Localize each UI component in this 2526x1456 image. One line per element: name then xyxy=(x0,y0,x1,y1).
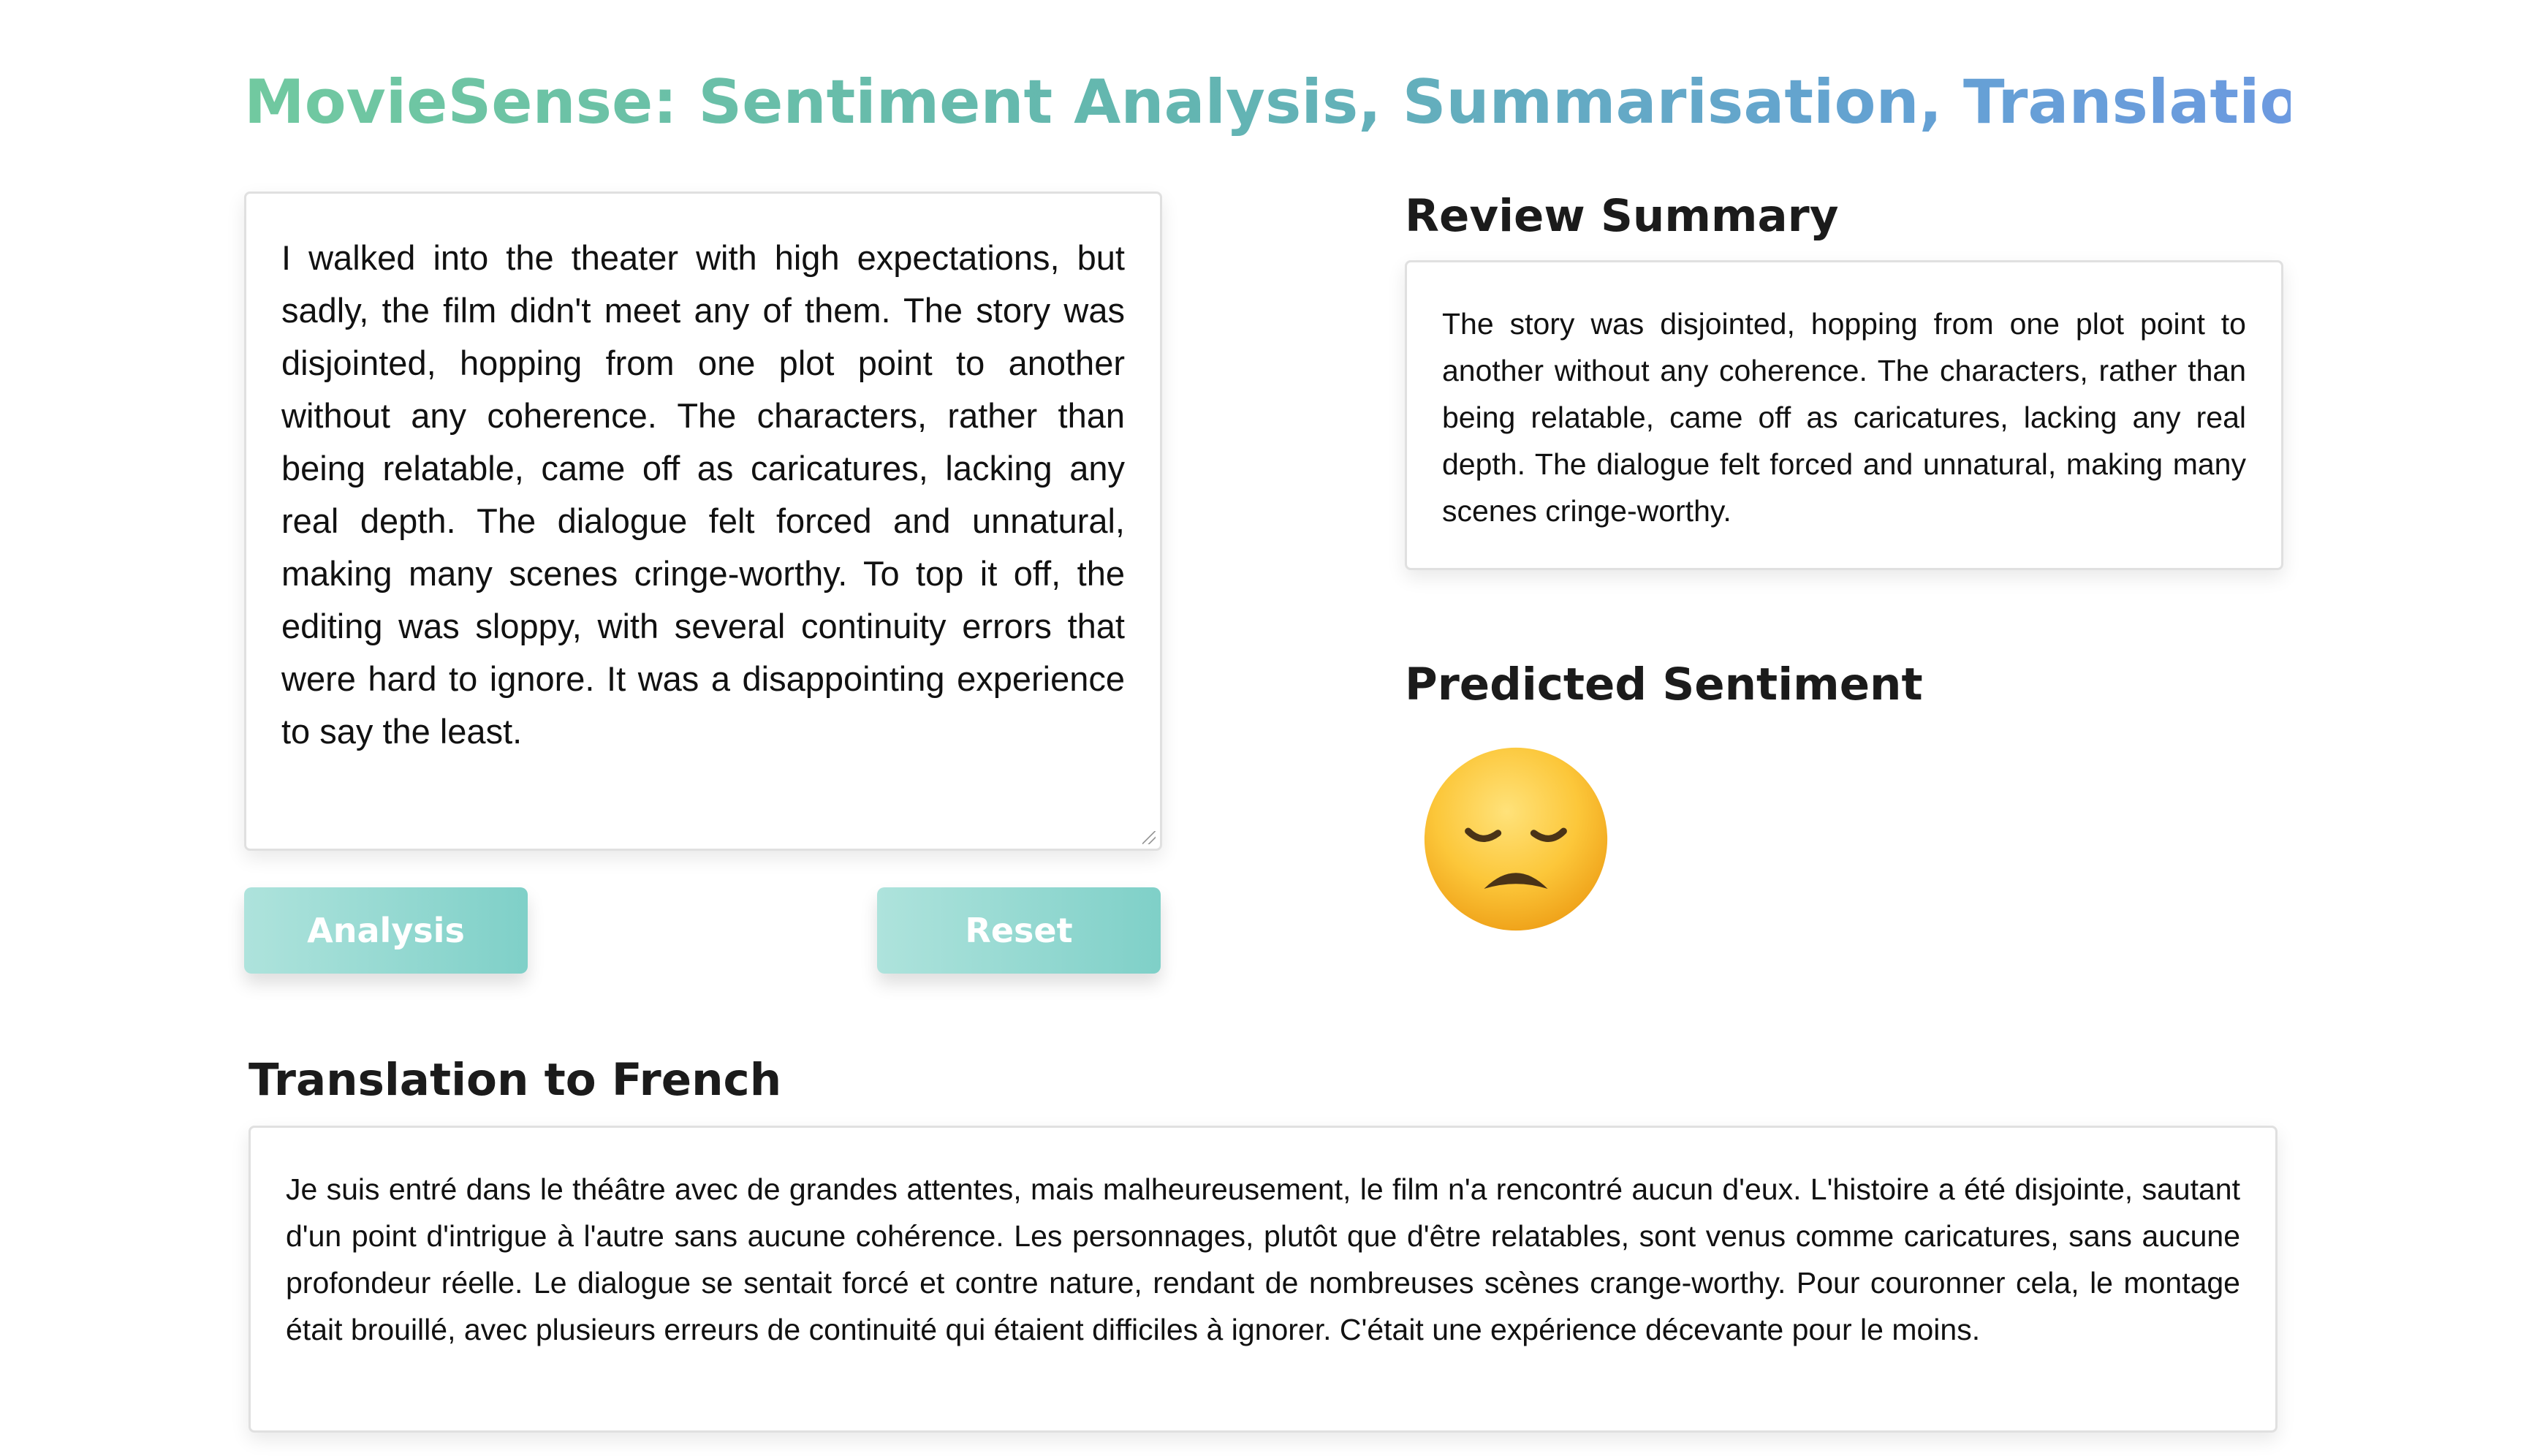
review-input[interactable]: I walked into the theater with high expe… xyxy=(244,192,1162,851)
predicted-sentiment-heading: Predicted Sentiment xyxy=(1405,659,1923,710)
disappointed-face-icon xyxy=(1416,740,1615,939)
review-summary-box: The story was disjointed, hopping from o… xyxy=(1405,260,2283,570)
review-summary-text: The story was disjointed, hopping from o… xyxy=(1442,307,2246,528)
analysis-button[interactable]: Analysis xyxy=(244,887,528,974)
review-summary-heading: Review Summary xyxy=(1405,190,1839,242)
review-input-text[interactable]: I walked into the theater with high expe… xyxy=(281,232,1125,758)
reset-button[interactable]: Reset xyxy=(877,887,1161,974)
translation-heading: Translation to French xyxy=(249,1054,782,1106)
translation-text: Je suis entré dans le théâtre avec de gr… xyxy=(286,1172,2240,1346)
translation-box: Je suis entré dans le théâtre avec de gr… xyxy=(249,1126,2277,1433)
resize-handle-icon[interactable] xyxy=(1142,831,1156,844)
app-title: MovieSense: Sentiment Analysis, Summaris… xyxy=(244,57,2345,148)
